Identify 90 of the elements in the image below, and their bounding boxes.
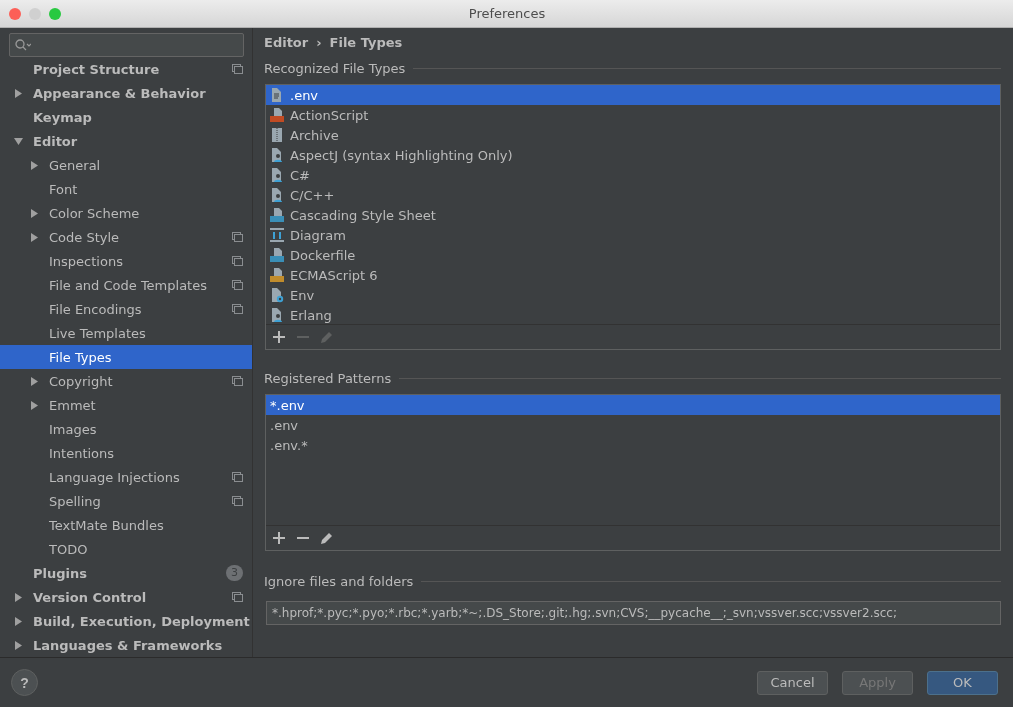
add-icon (273, 532, 285, 544)
collapsed-arrow-icon[interactable] (30, 232, 39, 242)
sidebar-item[interactable]: Color Scheme (0, 201, 252, 225)
pattern-item[interactable]: .env (266, 415, 1000, 435)
collapsed-arrow-icon[interactable] (14, 88, 23, 98)
sidebar-item[interactable]: Code Style (0, 225, 252, 249)
person-file-icon (269, 167, 285, 183)
collapsed-arrow-icon[interactable] (14, 592, 23, 602)
file-type-item[interactable]: Archive (266, 125, 1000, 145)
sidebar-item[interactable]: Version Control (0, 585, 252, 609)
ignore-files-field[interactable]: *.hprof;*.pyc;*.pyo;*.rbc;*.yarb;*~;.DS_Store;.git;.hg;.svn;CVS;__pycache__;_svn;vssver.scc;vssver2.scc; (266, 601, 1001, 625)
file-icon (269, 207, 285, 223)
sidebar-item[interactable]: Copyright (0, 369, 252, 393)
pencil-icon (320, 531, 334, 545)
file-type-item[interactable]: Diagram (266, 225, 1000, 245)
sidebar-item[interactable]: TODO (0, 537, 252, 561)
search-field[interactable] (9, 33, 244, 57)
window-title: Preferences (468, 6, 546, 21)
sidebar-item[interactable]: Spelling (0, 489, 252, 513)
copy-icon (232, 232, 243, 242)
collapsed-arrow-icon[interactable] (14, 616, 23, 626)
section-title: Registered Patterns (264, 370, 392, 386)
dialog-button[interactable]: Cancel (757, 670, 828, 695)
file-type-item[interactable]: ActionScript (266, 105, 1000, 125)
section-title: Ignore files and folders (264, 573, 414, 589)
file-icon (269, 247, 285, 263)
section-title: Recognized File Types (264, 60, 406, 76)
copy-icon (232, 496, 243, 506)
sidebar-item[interactable]: Keymap (0, 105, 252, 129)
file-type-item[interactable]: AspectJ (syntax Highlighting Only) (266, 145, 1000, 165)
file-icon (269, 107, 285, 123)
sidebar-item[interactable]: TextMate Bundles (0, 513, 252, 537)
diagram-icon (269, 227, 285, 243)
file-type-item[interactable]: ECMAScript 6 (266, 265, 1000, 285)
breadcrumb-item: Editor (264, 34, 309, 50)
sidebar-item[interactable]: Images (0, 417, 252, 441)
file-type-item[interactable]: Dockerfile (266, 245, 1000, 265)
collapsed-arrow-icon[interactable] (30, 376, 39, 386)
person-file-icon (269, 307, 285, 323)
file-type-item[interactable]: C# (266, 165, 1000, 185)
help-button[interactable]: ? (11, 669, 38, 696)
person-file-icon (269, 187, 285, 203)
sidebar-item[interactable]: Appearance & Behavior (0, 81, 252, 105)
add-icon (273, 331, 285, 343)
sidebar-item[interactable]: Languages & Frameworks (0, 633, 252, 657)
file-type-item[interactable]: C/C++ (266, 185, 1000, 205)
sidebar-item[interactable]: Emmet (0, 393, 252, 417)
sidebar-item[interactable]: Font (0, 177, 252, 201)
copy-icon (232, 304, 243, 314)
pencil-icon (320, 330, 334, 344)
add-button[interactable] (272, 330, 286, 344)
sidebar-item[interactable]: File and Code Templates (0, 273, 252, 297)
sidebar-item[interactable]: Language Injections (0, 465, 252, 489)
collapsed-arrow-icon[interactable] (30, 160, 39, 170)
sidebar-item[interactable]: Build, Execution, Deployment (0, 609, 252, 633)
dialog-button[interactable]: OK (927, 670, 998, 695)
gear-file-icon (269, 287, 285, 303)
collapsed-arrow-icon[interactable] (30, 208, 39, 218)
file-type-item[interactable]: Cascading Style Sheet (266, 205, 1000, 225)
search-icon (15, 39, 31, 51)
edit-button[interactable] (320, 531, 334, 545)
file-type-item[interactable]: Erlang (266, 305, 1000, 324)
collapsed-arrow-icon[interactable] (14, 640, 23, 650)
collapsed-arrow-icon[interactable] (30, 400, 39, 410)
sidebar-item[interactable]: File Types (0, 345, 252, 369)
sidebar-item[interactable]: General (0, 153, 252, 177)
file-type-item[interactable]: Env (266, 285, 1000, 305)
file-type-item[interactable]: .env (266, 85, 1000, 105)
expanded-arrow-icon[interactable] (14, 136, 23, 146)
file-icon (269, 267, 285, 283)
sidebar-item[interactable]: Live Templates (0, 321, 252, 345)
sidebar-item[interactable]: Intentions (0, 441, 252, 465)
sidebar-item[interactable]: File Encodings (0, 297, 252, 321)
breadcrumb-item: File Types (329, 34, 403, 50)
person-file-icon (269, 147, 285, 163)
sidebar-item[interactable]: Inspections (0, 249, 252, 273)
sidebar-item[interactable]: Project Structure (0, 57, 252, 81)
copy-icon (232, 472, 243, 482)
pattern-item[interactable]: *.env (266, 395, 1000, 415)
copy-icon (232, 64, 243, 74)
sidebar-item[interactable]: Editor (0, 129, 252, 153)
copy-icon (232, 280, 243, 290)
archive-file-icon (269, 127, 285, 143)
copy-icon (232, 592, 243, 602)
add-button[interactable] (272, 531, 286, 545)
close-button[interactable] (9, 7, 21, 20)
copy-icon (232, 376, 243, 386)
breadcrumb-separator: › (316, 34, 322, 50)
copy-icon (232, 256, 243, 266)
pattern-item[interactable]: .env.* (266, 435, 1000, 455)
